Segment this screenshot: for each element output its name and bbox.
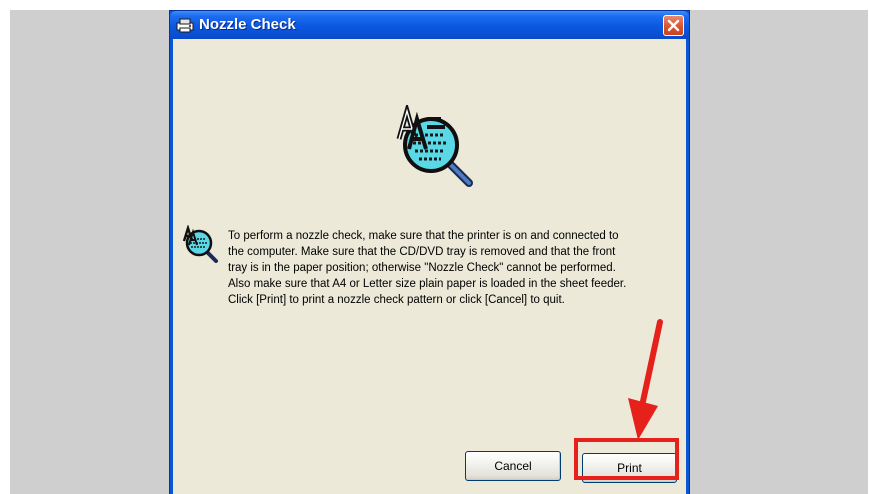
dialog-body: To perform a nozzle check, make sure tha… bbox=[173, 39, 686, 494]
printer-nozzle-icon bbox=[176, 18, 194, 33]
print-button-highlight-box bbox=[574, 438, 679, 480]
cancel-button[interactable]: Cancel bbox=[465, 451, 561, 481]
window-title: Nozzle Check bbox=[199, 16, 296, 33]
nozzle-check-magnifier-icon bbox=[182, 225, 218, 263]
nozzle-check-magnifier-icon bbox=[396, 105, 473, 187]
close-icon bbox=[667, 19, 680, 32]
nozzle-check-dialog: Nozzle Check To perform a nozzle check, … bbox=[169, 10, 690, 494]
title-bar[interactable]: Nozzle Check bbox=[170, 11, 689, 39]
red-annotation-arrow-icon bbox=[628, 319, 663, 440]
close-button[interactable] bbox=[663, 15, 684, 36]
instruction-text: To perform a nozzle check, make sure tha… bbox=[228, 230, 627, 307]
